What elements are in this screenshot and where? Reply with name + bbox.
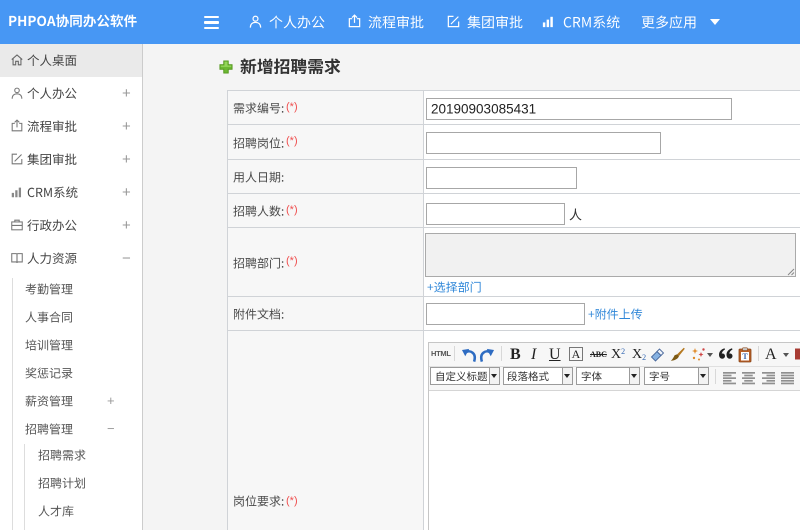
svg-text:T: T	[742, 352, 748, 361]
